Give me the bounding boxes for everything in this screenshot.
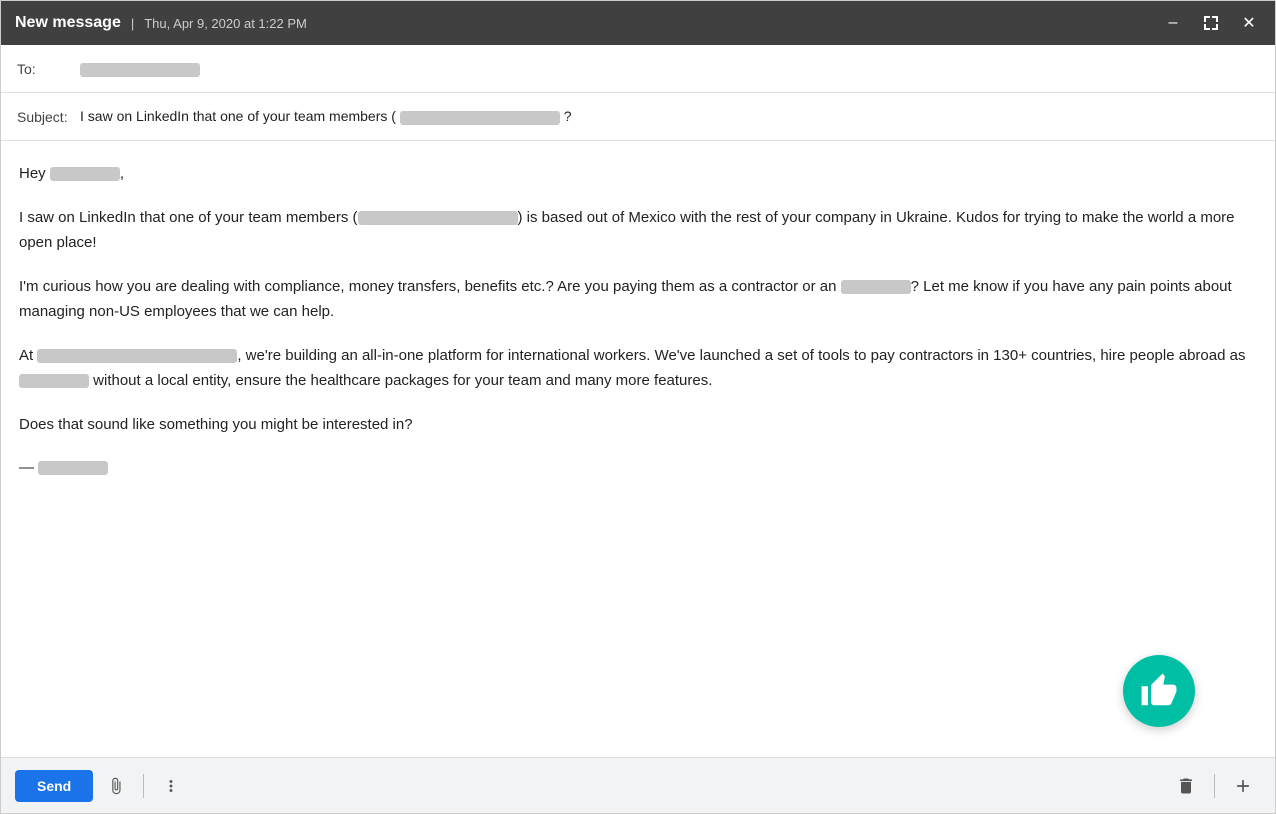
compose-date-separator: | <box>131 16 134 31</box>
signature-redacted <box>38 461 108 475</box>
delete-icon <box>1176 776 1196 796</box>
attach-button[interactable] <box>99 773 133 799</box>
to-label: To: <box>17 61 72 77</box>
subject-label: Subject: <box>17 109 72 125</box>
compose-window: New message | Thu, Apr 9, 2020 at 1:22 P… <box>0 0 1276 814</box>
compose-footer: Send <box>1 757 1275 813</box>
to-field-row: To: <box>1 45 1275 93</box>
footer-left: Send <box>15 770 188 802</box>
compose-header: New message | Thu, Apr 9, 2020 at 1:22 P… <box>1 1 1275 45</box>
subject-value: I saw on LinkedIn that one of your team … <box>80 108 1259 124</box>
greeting-paragraph: Hey , <box>19 161 1257 187</box>
header-left: New message | Thu, Apr 9, 2020 at 1:22 P… <box>15 14 307 32</box>
footer-separator-1 <box>143 774 144 798</box>
close-button[interactable]: ✕ <box>1237 11 1261 35</box>
expand-button[interactable] <box>1199 11 1223 35</box>
thumbs-up-button[interactable] <box>1123 655 1195 727</box>
subject-prefix: I saw on LinkedIn that one of your team … <box>80 108 396 124</box>
thumbs-up-icon <box>1140 672 1178 710</box>
send-button[interactable]: Send <box>15 770 93 802</box>
add-button[interactable] <box>1225 772 1261 800</box>
footer-separator-2 <box>1214 774 1215 798</box>
more-options-button[interactable] <box>154 773 188 799</box>
header-actions: – ✕ <box>1161 11 1261 35</box>
subject-suffix: ? <box>564 108 572 124</box>
to-email-redacted <box>80 63 200 77</box>
attach-icon <box>107 777 125 795</box>
minimize-button[interactable]: – <box>1161 11 1185 35</box>
compose-body[interactable]: Hey , I saw on LinkedIn that one of your… <box>1 141 1275 757</box>
body-paragraph-3: At , we're building an all-in-one platfo… <box>19 343 1257 394</box>
hire-type-redacted <box>19 374 89 388</box>
to-value <box>80 60 1259 76</box>
more-options-icon <box>162 777 180 795</box>
footer-right <box>1168 772 1261 800</box>
body-paragraph-4: Does that sound like something you might… <box>19 412 1257 438</box>
contractor-type-redacted <box>841 280 911 294</box>
subject-field-row: Subject: I saw on LinkedIn that one of y… <box>1 93 1275 141</box>
company-name-redacted <box>37 349 237 363</box>
compose-title: New message <box>15 14 121 32</box>
recipient-name-redacted <box>50 167 120 181</box>
add-icon <box>1233 776 1253 796</box>
subject-name-redacted <box>400 111 560 125</box>
signature-paragraph: — <box>19 455 1257 481</box>
body-paragraph-1: I saw on LinkedIn that one of your team … <box>19 205 1257 256</box>
body-paragraph-2: I'm curious how you are dealing with com… <box>19 274 1257 325</box>
compose-date: Thu, Apr 9, 2020 at 1:22 PM <box>144 16 307 31</box>
team-member-redacted <box>358 211 518 225</box>
delete-button[interactable] <box>1168 772 1204 800</box>
